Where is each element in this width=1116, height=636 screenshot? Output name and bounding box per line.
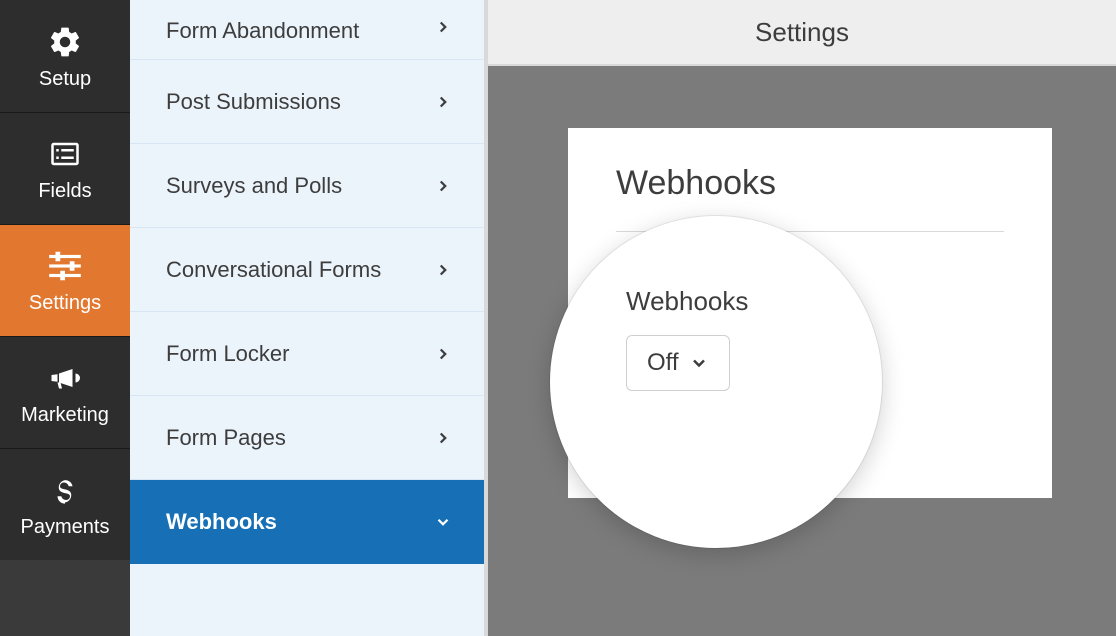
sidebar-item-label: Marketing	[21, 404, 109, 427]
zoom-highlight: Webhooks Off	[550, 216, 882, 548]
dropdown-value: Off	[647, 349, 679, 377]
settings-item-label: Webhooks	[166, 509, 277, 535]
sidebar-item-marketing[interactable]: Marketing	[0, 336, 130, 448]
panel-title: Webhooks	[616, 164, 1004, 203]
main-content: Settings Webhooks Webhooks Off	[488, 0, 1116, 636]
settings-item-surveys-polls[interactable]: Surveys and Polls	[130, 144, 484, 228]
chevron-right-icon	[434, 345, 452, 363]
sidebar-item-label: Payments	[21, 516, 110, 539]
sidebar-item-settings[interactable]: Settings	[0, 224, 130, 336]
settings-item-form-locker[interactable]: Form Locker	[130, 312, 484, 396]
dollar-icon	[45, 470, 85, 510]
settings-submenu: Form Abandonment Post Submissions Survey…	[130, 0, 488, 636]
settings-item-webhooks[interactable]: Webhooks	[130, 480, 484, 564]
settings-item-label: Post Submissions	[166, 89, 341, 115]
settings-item-label: Surveys and Polls	[166, 173, 342, 199]
webhooks-toggle-dropdown[interactable]: Off	[626, 335, 730, 391]
settings-item-form-abandonment[interactable]: Form Abandonment	[130, 0, 484, 60]
sliders-icon	[45, 246, 85, 286]
page-header: Settings	[488, 0, 1116, 66]
sidebar-item-payments[interactable]: Payments	[0, 448, 130, 560]
settings-item-label: Form Locker	[166, 341, 289, 367]
settings-item-form-pages[interactable]: Form Pages	[130, 396, 484, 480]
sidebar-item-label: Fields	[38, 180, 91, 203]
page-header-title: Settings	[755, 17, 849, 48]
chevron-down-icon	[689, 353, 709, 373]
chevron-right-icon	[434, 261, 452, 279]
chevron-down-icon	[434, 513, 452, 531]
sidebar-item-fields[interactable]: Fields	[0, 112, 130, 224]
settings-item-label: Form Pages	[166, 425, 286, 451]
settings-item-label: Conversational Forms	[166, 257, 381, 283]
settings-item-label: Form Abandonment	[166, 18, 359, 44]
settings-item-post-submissions[interactable]: Post Submissions	[130, 60, 484, 144]
chevron-right-icon	[434, 429, 452, 447]
chevron-right-icon	[434, 18, 452, 36]
gear-icon	[45, 22, 85, 62]
list-icon	[45, 134, 85, 174]
sidebar-item-label: Setup	[39, 68, 91, 91]
bullhorn-icon	[45, 358, 85, 398]
left-sidebar: Setup Fields Settings Marketing Payments	[0, 0, 130, 636]
sidebar-item-label: Settings	[29, 292, 101, 315]
webhooks-field-label: Webhooks	[626, 286, 822, 317]
chevron-right-icon	[434, 177, 452, 195]
settings-item-conversational-forms[interactable]: Conversational Forms	[130, 228, 484, 312]
sidebar-item-setup[interactable]: Setup	[0, 0, 130, 112]
chevron-right-icon	[434, 93, 452, 111]
